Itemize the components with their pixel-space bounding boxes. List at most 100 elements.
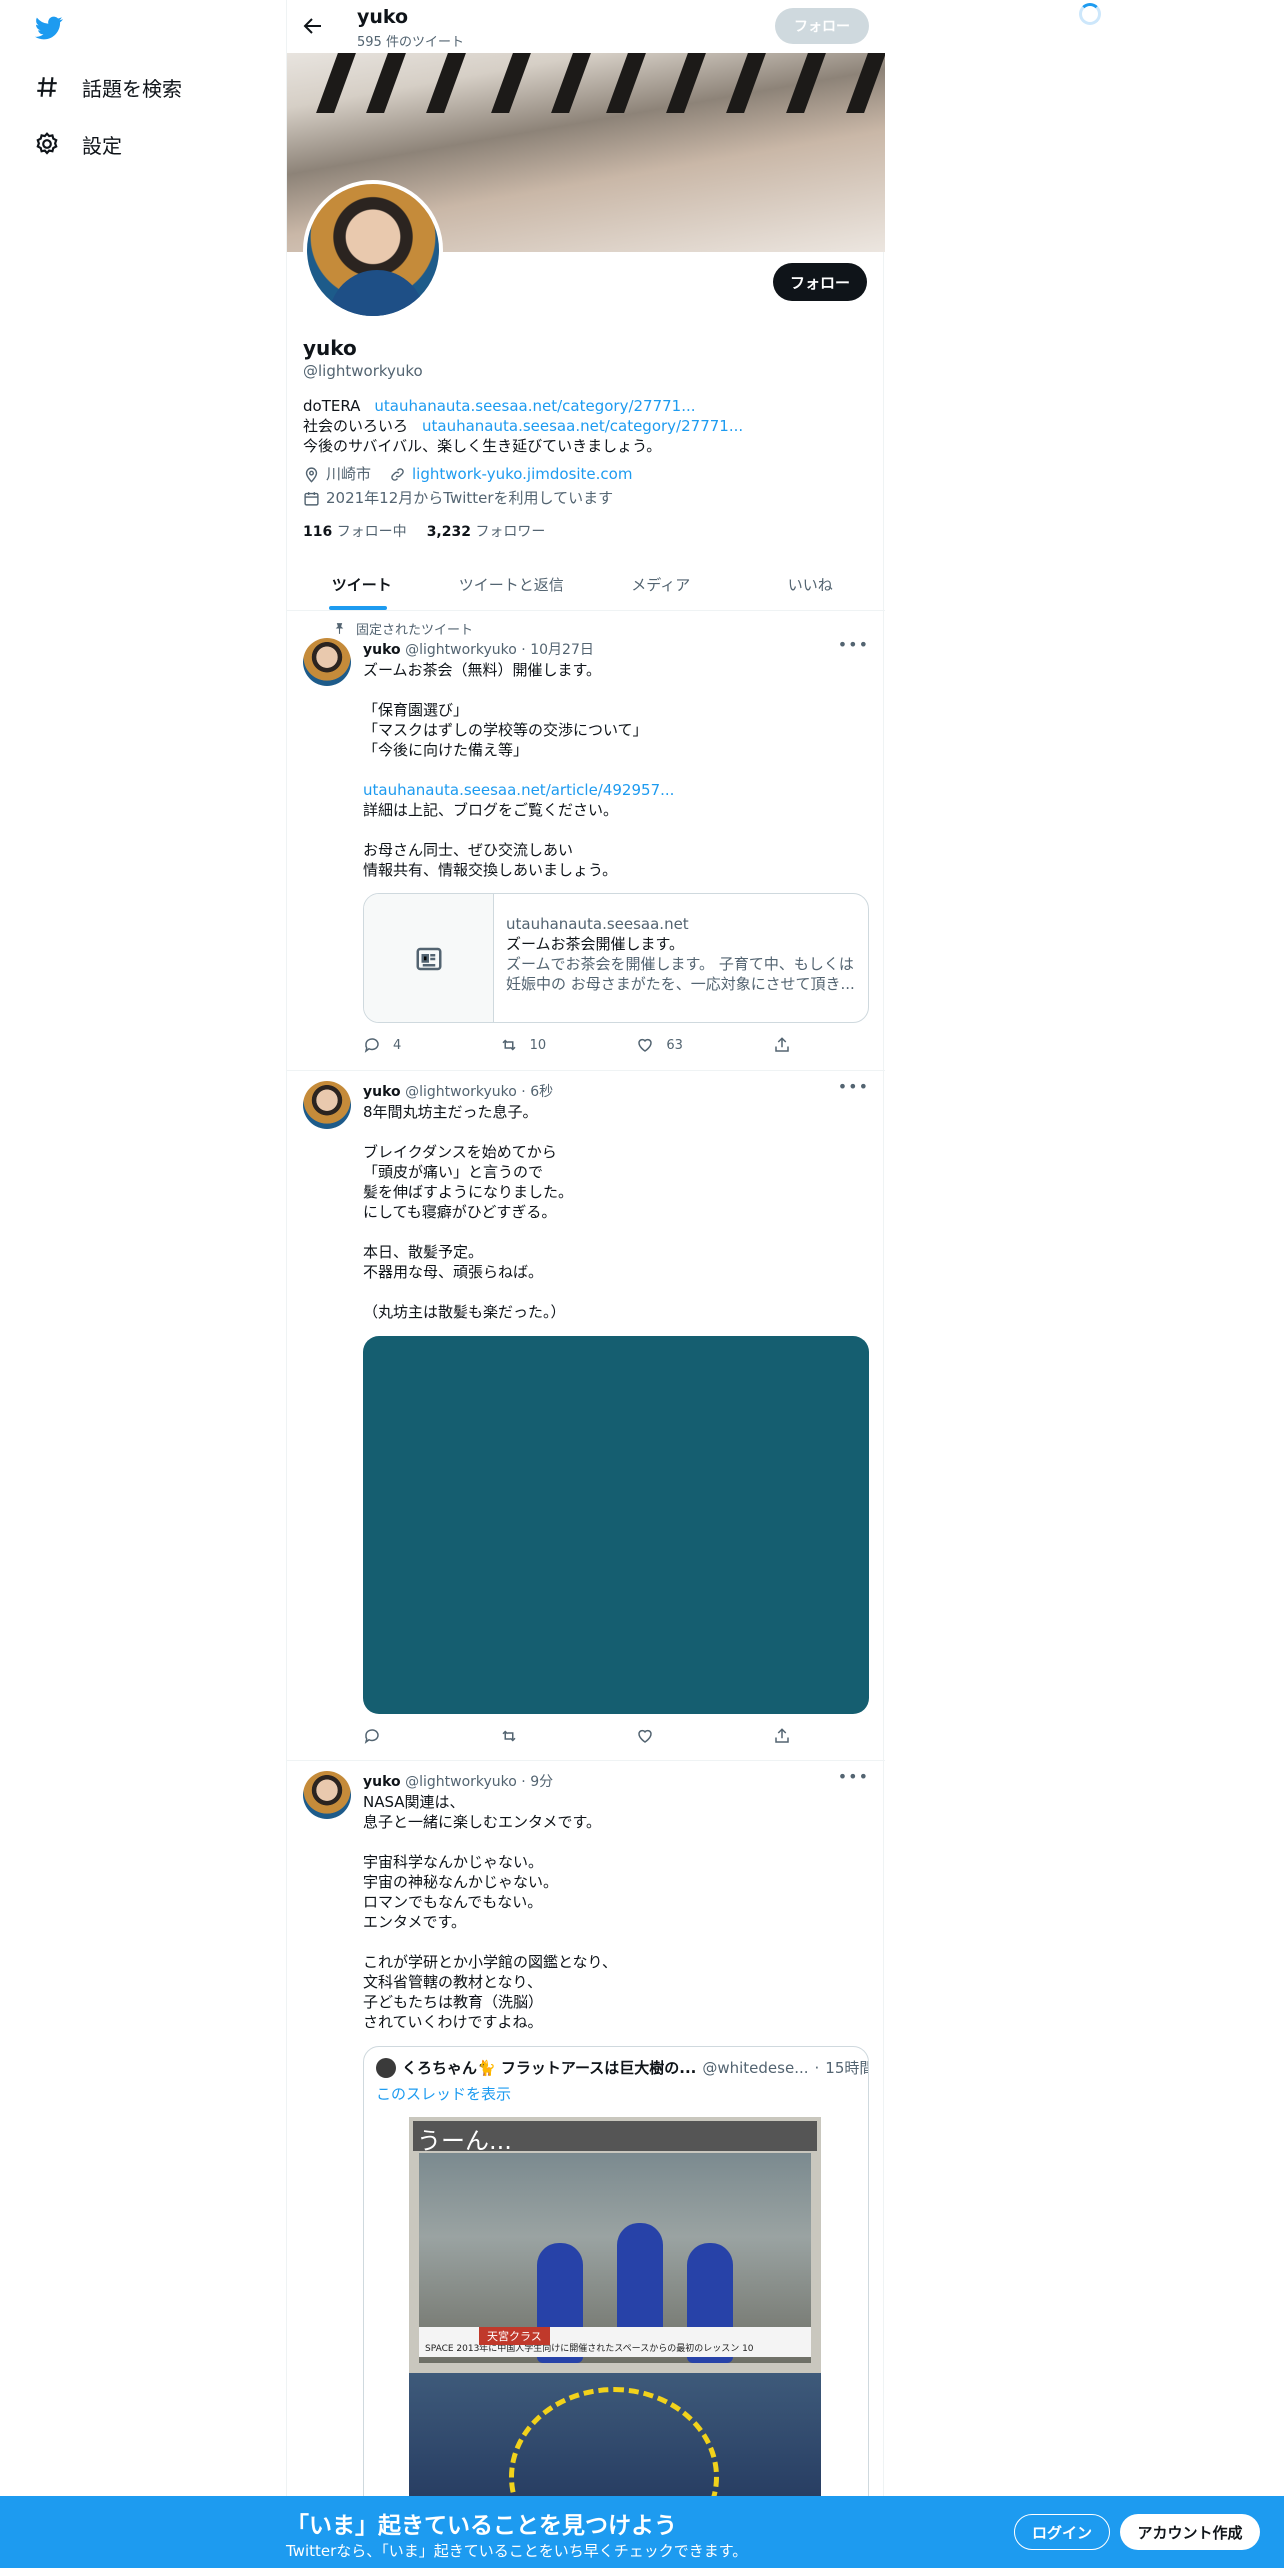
nav-explore-label: 話題を検索 xyxy=(82,76,182,101)
tweet-author-handle[interactable]: @lightworkyuko xyxy=(405,642,517,658)
tweet-link[interactable]: utauhanauta.seesaa.net/article/492957... xyxy=(363,781,674,799)
more-options-icon[interactable]: ••• xyxy=(838,1767,869,1786)
tweet-media-image[interactable] xyxy=(363,1336,869,1714)
pin-icon xyxy=(335,623,344,634)
card-description-2: 妊娠中の お母さまがたを、一応対象にさせて頂き... xyxy=(506,975,855,993)
tweet-text: ズームお茶会（無料）開催します。 「保育園選び」 「マスクはずしの学校等の交渉に… xyxy=(363,660,863,880)
retweet-icon xyxy=(502,1730,516,1742)
card-domain: utauhanauta.seesaa.net xyxy=(506,915,689,933)
reply-count: 4 xyxy=(393,1037,402,1053)
quoted-tweet-time: 15時間 xyxy=(825,2059,868,2077)
nav-settings[interactable]: 設定 xyxy=(34,124,122,164)
quoted-author-handle: @whitedese... xyxy=(702,2058,809,2077)
tweet-2[interactable]: yuko @lightworkyuko · 6秒 ••• 8年間丸坊主だった息子… xyxy=(287,1071,885,1761)
tab-tweets-and-replies[interactable]: ツイートと返信 xyxy=(437,558,587,610)
tweet-time[interactable]: 10月27日 xyxy=(530,642,594,658)
tweet-author-name[interactable]: yuko xyxy=(363,642,401,658)
reply-button[interactable]: 4 xyxy=(363,1036,473,1054)
bio-link-1[interactable]: utauhanauta.seesaa.net/category/27771... xyxy=(374,397,695,415)
nav-explore[interactable]: 話題を検索 xyxy=(34,67,182,107)
profile-header-bar: yuko 595 件のツイート フォロー xyxy=(287,0,885,53)
bio-link-2[interactable]: utauhanauta.seesaa.net/category/27771... xyxy=(422,417,743,435)
tweet-header: yuko @lightworkyuko · 6秒 xyxy=(363,1084,554,1100)
tab-media[interactable]: メディア xyxy=(586,558,736,610)
profile-name: yuko xyxy=(303,336,357,360)
login-button[interactable]: ログイン xyxy=(1014,2514,1110,2550)
tab-likes[interactable]: いいね xyxy=(736,558,886,610)
more-options-icon[interactable]: ••• xyxy=(838,1077,869,1096)
like-button[interactable] xyxy=(636,1727,746,1745)
main-column: yuko 595 件のツイート フォロー フォロー yuko @lightwor… xyxy=(286,0,886,2568)
profile-website-link[interactable]: lightwork-yuko.jimdosite.com xyxy=(412,464,632,484)
quoted-tweet[interactable]: くろちゃん🐈 フラットアースは巨大樹の... @whitedese... · 1… xyxy=(363,2046,869,2516)
prompt-title: 「いま」起きていることを見つけよう xyxy=(286,2513,677,2539)
tweet-text-part1: ズームお茶会（無料）開催します。 「保育園選び」 「マスクはずしの学校等の交渉に… xyxy=(363,661,648,759)
signup-button[interactable]: アカウント作成 xyxy=(1120,2514,1260,2550)
tweet-text: NASA関連は、 息子と一緒に楽しむエンタメです。 宇宙科学なんかじゃない。 宇… xyxy=(363,1793,617,2031)
signup-prompt-bar: 「いま」起きていることを見つけよう Twitterなら、「いま」起きていることを… xyxy=(0,2496,1284,2568)
more-options-icon[interactable]: ••• xyxy=(838,635,869,654)
tweet-pinned[interactable]: 固定されたツイート yuko @lightworkyuko · 10月27日 •… xyxy=(287,611,885,1071)
tweet-text-part2: 詳細は上記、ブログをご覧ください。 お母さん同士、ぜひ交流しあい 情報共有、情報… xyxy=(363,801,619,879)
tweet-author-handle[interactable]: @lightworkyuko xyxy=(405,1774,517,1790)
link-card[interactable]: utauhanauta.seesaa.net ズームお茶会開催します。 ズームで… xyxy=(363,893,869,1023)
back-arrow-icon[interactable] xyxy=(301,14,325,38)
prompt-subtitle: Twitterなら、「いま」起きていることをいち早くチェックできます。 xyxy=(286,2542,748,2560)
tweet-actions: 4 10 63 xyxy=(363,1036,803,1054)
nav-settings-label: 設定 xyxy=(82,133,122,158)
retweet-button[interactable]: 10 xyxy=(500,1036,610,1054)
profile-avatar[interactable] xyxy=(303,180,443,320)
card-body: utauhanauta.seesaa.net ズームお茶会開催します。 ズームで… xyxy=(494,894,867,1022)
following-label: フォロー中 xyxy=(336,524,407,540)
profile-bio: doTERA utauhanauta.seesaa.net/category/27… xyxy=(303,396,743,456)
share-button[interactable] xyxy=(773,1036,803,1054)
image-caption: うーん... xyxy=(413,2121,817,2155)
retweet-count: 10 xyxy=(529,1037,547,1053)
follow-button[interactable]: フォロー xyxy=(773,263,867,301)
reply-button[interactable] xyxy=(363,1727,473,1745)
profile-handle: @lightworkyuko xyxy=(303,362,423,380)
show-thread-link[interactable]: このスレッドを表示 xyxy=(376,2083,511,2104)
tweet-author-name[interactable]: yuko xyxy=(363,1084,401,1100)
heart-icon xyxy=(638,1038,653,1052)
gear-icon xyxy=(36,132,58,155)
quoted-author-avatar xyxy=(376,2057,396,2078)
article-icon xyxy=(416,947,441,971)
bio-line3-text: 今後のサバイバル、楽しく生き延びていきましょう。 xyxy=(303,437,662,455)
profile-location: 川崎市 xyxy=(326,465,372,483)
profile-meta: 川崎市 lightwork-yuko.jimdosite.com 2021年12… xyxy=(303,464,632,512)
retweet-button[interactable] xyxy=(500,1727,610,1745)
loading-spinner-icon xyxy=(1079,3,1101,25)
tab-tweets[interactable]: ツイート xyxy=(287,558,437,610)
following-link[interactable]: 116 フォロー中 xyxy=(303,521,407,541)
bio-line2-text: 社会のいろいろ xyxy=(303,417,409,435)
share-icon xyxy=(775,1728,789,1743)
tweet-header: yuko @lightworkyuko · 10月27日 xyxy=(363,642,594,658)
tweet-author-handle[interactable]: @lightworkyuko xyxy=(405,1084,517,1100)
tweet-text: 8年間丸坊主だった息子。 ブレイクダンスを始めてから 「頭皮が痛い」と言うので … xyxy=(363,1103,574,1321)
quoted-tweet-image[interactable]: うーん... 天宮クラス SPACE 2013年に中国人学生向けに開催されたスペ… xyxy=(409,2117,821,2515)
followers-link[interactable]: 3,232 フォロワー xyxy=(427,521,546,541)
share-button[interactable] xyxy=(773,1727,803,1745)
link-icon xyxy=(391,467,404,481)
tweet-time[interactable]: 9分 xyxy=(530,1774,553,1790)
tweet-3[interactable]: yuko @lightworkyuko · 9分 ••• NASA関連は、 息子… xyxy=(287,1761,885,2568)
news-tag: 天宮クラス xyxy=(479,2327,550,2345)
followers-label: フォロワー xyxy=(475,524,546,540)
tweet-avatar[interactable] xyxy=(303,638,351,686)
twitter-logo-icon[interactable] xyxy=(34,14,64,42)
following-count: 116 xyxy=(303,524,333,540)
profile-joined-date: 2021年12月からTwitterを利用しています xyxy=(326,489,614,507)
header-follow-button[interactable]: フォロー xyxy=(775,8,869,44)
tweet-author-name[interactable]: yuko xyxy=(363,1774,401,1790)
card-thumbnail xyxy=(364,894,494,1022)
tweet-header: yuko @lightworkyuko · 9分 xyxy=(363,1774,554,1790)
like-button[interactable]: 63 xyxy=(636,1036,746,1054)
tweet-time[interactable]: 6秒 xyxy=(530,1084,553,1100)
pinned-label: 固定されたツイート xyxy=(356,623,474,638)
tweet-avatar[interactable] xyxy=(303,1081,351,1129)
tweet-avatar[interactable] xyxy=(303,1771,351,1819)
heart-icon xyxy=(638,1729,653,1743)
reply-icon xyxy=(364,1038,379,1053)
card-title: ズームお茶会開催します。 xyxy=(506,935,685,953)
